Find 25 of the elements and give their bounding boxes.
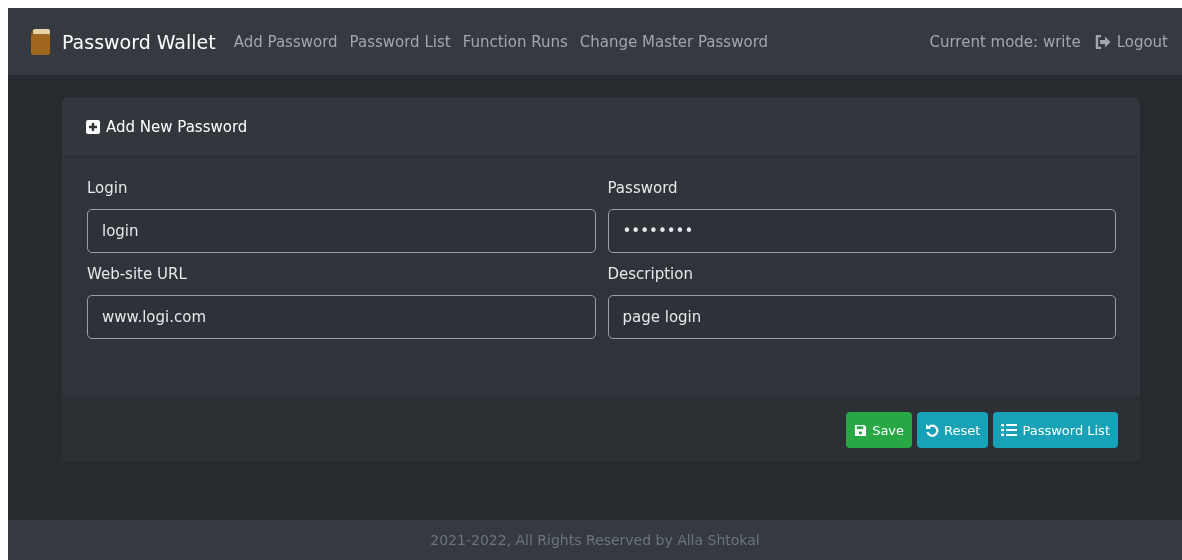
save-button[interactable]: Save — [846, 412, 913, 448]
logout-link[interactable]: Logout — [1094, 32, 1168, 51]
plus-square-icon — [86, 120, 100, 134]
field-label: Web-site URL — [87, 265, 188, 283]
password-list-button[interactable]: Password List — [993, 412, 1118, 448]
field-label: Password — [607, 179, 679, 197]
logout-icon — [1094, 34, 1111, 49]
wallet-icon — [30, 27, 52, 56]
nav-link[interactable]: Password List — [349, 32, 451, 51]
input-field[interactable]: •••••••• — [607, 209, 1116, 253]
field-label: Login — [87, 179, 129, 197]
card-title: Add New Password — [106, 118, 248, 136]
nav-link[interactable]: Change Master Password — [579, 32, 769, 51]
list-icon — [1001, 423, 1018, 437]
input-field[interactable]: www.logi.com — [87, 295, 596, 339]
copyright-text: 2021-2022, All Rights Reserved by Alla Shtokal — [430, 532, 760, 548]
reset-button[interactable]: Reset — [917, 412, 989, 448]
nav-link[interactable]: Function Runs — [462, 32, 568, 51]
input-field[interactable]: login — [87, 209, 596, 253]
nav-link[interactable]: Add Password — [233, 32, 338, 51]
field-label: Description — [607, 265, 694, 283]
brand-link[interactable]: Password Wallet — [62, 30, 216, 53]
undo-arrow-icon — [925, 423, 940, 437]
mode-text: Current mode: write — [929, 32, 1081, 51]
input-field[interactable]: page login — [607, 295, 1116, 339]
